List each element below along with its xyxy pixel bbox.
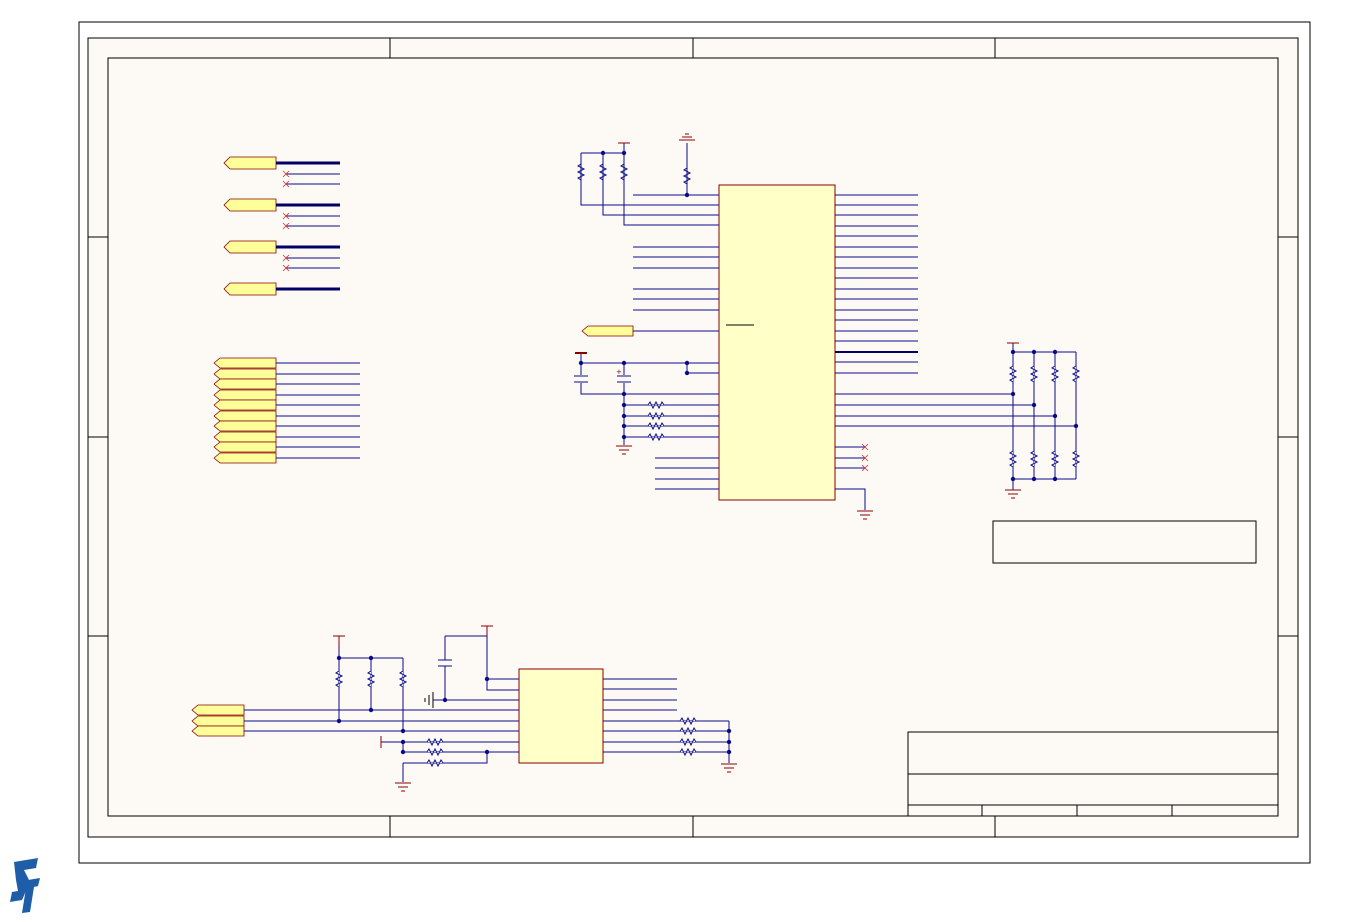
polarity-mark: +	[616, 368, 622, 376]
net-port	[223, 282, 277, 296]
net-port	[223, 240, 277, 254]
schematic-sheet: +	[78, 21, 1311, 864]
note-box	[992, 520, 1257, 564]
net-port	[581, 325, 634, 337]
bottom-ports	[191, 704, 245, 737]
main-ic	[718, 184, 836, 501]
net-port	[223, 198, 277, 212]
st-logo-icon	[10, 858, 40, 913]
aux-ic	[518, 668, 604, 764]
net-port	[223, 156, 277, 170]
title-block	[907, 731, 1279, 817]
